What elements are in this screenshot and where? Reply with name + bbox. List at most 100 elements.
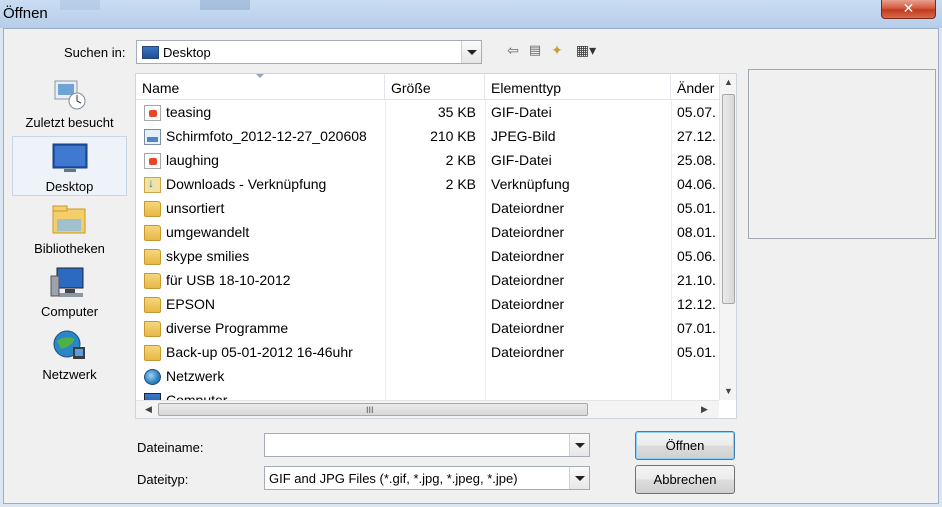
list-item[interactable]: Back-up 05-01-2012 16-46uhr Dateiordner 05… [136, 341, 719, 365]
list-item[interactable]: Schirmfoto_2012-12-27_020608 210 KB JPEG-B… [136, 125, 719, 149]
file-name: laughing [166, 152, 219, 168]
preview-pane [748, 69, 936, 239]
file-size: 35 KB [437, 104, 476, 120]
recent-places-icon [49, 77, 89, 111]
column-date[interactable]: Änder [671, 74, 719, 100]
file-list[interactable]: Name Größe Elementtyp Änder teasing 35 KB… [135, 73, 737, 419]
place-network[interactable]: Netzwerk [12, 325, 127, 385]
file-date: 07.01. [677, 320, 716, 336]
file-type: Dateiordner [491, 224, 565, 240]
desktop-icon [50, 141, 90, 175]
file-date: 04.06. [677, 176, 716, 192]
file-date: 27.12. [677, 128, 716, 144]
gif-icon [144, 105, 161, 121]
scroll-down-arrow[interactable]: ▼ [720, 383, 736, 400]
file-size: 2 KB [445, 176, 476, 192]
file-date: 05.07. [677, 104, 716, 120]
place-label: Bibliotheken [34, 241, 105, 256]
folder-icon [144, 321, 161, 337]
desktop-icon [142, 46, 159, 59]
chevron-down-icon[interactable] [569, 434, 589, 456]
window-title: Öffnen [3, 5, 48, 22]
chevron-down-icon[interactable] [569, 467, 589, 489]
scroll-right-arrow[interactable]: ▶ [696, 401, 713, 418]
place-label: Computer [40, 304, 99, 319]
look-in-combo[interactable]: Desktop [136, 40, 482, 64]
scroll-up-arrow[interactable]: ▲ [720, 74, 736, 91]
network-icon [144, 369, 161, 385]
file-type: Dateiordner [491, 344, 565, 360]
background-ghost [60, 0, 100, 10]
network-icon [49, 329, 89, 363]
file-type: JPEG-Bild [491, 128, 556, 144]
chevron-down-icon[interactable] [461, 41, 481, 63]
filetype-value: GIF and JPG Files (*.gif, *.jpg, *.jpeg,… [269, 471, 518, 486]
folder-icon [144, 249, 161, 265]
list-item[interactable]: diverse Programme Dateiordner 07.01. [136, 317, 719, 341]
new-folder-icon[interactable]: ✦ [548, 41, 566, 59]
list-item[interactable]: skype smilies Dateiordner 05.06. [136, 245, 719, 269]
libraries-icon [49, 203, 89, 237]
gif-icon [144, 153, 161, 169]
file-size: 2 KB [445, 152, 476, 168]
file-name: umgewandelt [166, 224, 250, 240]
horizontal-scrollbar[interactable]: ◀ III ▶ [136, 400, 719, 418]
folder-icon [144, 201, 161, 217]
list-item[interactable]: Downloads - Verknüpfung 2 KB Verknüpfung 04… [136, 173, 719, 197]
folder-icon [144, 345, 161, 361]
scroll-left-arrow[interactable]: ◀ [140, 401, 157, 418]
file-name: unsortiert [166, 200, 225, 216]
vertical-scrollbar[interactable]: ▲ ▼ [719, 74, 736, 400]
filename-combo[interactable] [264, 433, 590, 457]
column-name[interactable]: Name [136, 74, 385, 100]
cancel-button[interactable]: Abbrechen [635, 465, 735, 494]
look-in-value: Desktop [163, 45, 211, 60]
jpg-icon [144, 129, 161, 145]
file-type: Dateiordner [491, 272, 565, 288]
list-item[interactable]: Netzwerk [136, 365, 719, 389]
file-date: 08.01. [677, 224, 716, 240]
list-item[interactable]: laughing 2 KB GIF-Datei 25.08. [136, 149, 719, 173]
horizontal-scroll-thumb[interactable]: III [158, 403, 588, 416]
filetype-label: Dateityp: [137, 472, 189, 487]
column-size[interactable]: Größe [385, 74, 485, 100]
list-item[interactable]: unsortiert Dateiordner 05.01. [136, 197, 719, 221]
file-type: Dateiordner [491, 200, 565, 216]
file-type: GIF-Datei [491, 152, 552, 168]
file-name: Downloads - Verknüpfung [166, 176, 327, 192]
list-item[interactable]: für USB 18-10-2012 Dateiordner 21.10. [136, 269, 719, 293]
place-recent[interactable]: Zuletzt besucht [12, 73, 127, 133]
view-menu-icon[interactable]: ▦▾ [572, 41, 600, 59]
close-button[interactable]: ✕ [881, 0, 936, 19]
list-item[interactable]: umgewandelt Dateiordner 08.01. [136, 221, 719, 245]
file-size: 210 KB [430, 128, 476, 144]
place-label: Zuletzt besucht [25, 115, 114, 130]
place-computer[interactable]: Computer [12, 262, 127, 322]
open-dialog: Suchen in: Desktop ⇦ ▤ ✦ ▦▾ Zuletzt besu… [3, 28, 939, 504]
file-date: 05.01. [677, 344, 716, 360]
list-item[interactable]: teasing 35 KB GIF-Datei 05.07. [136, 101, 719, 125]
place-desktop[interactable]: Desktop [12, 136, 127, 196]
look-in-label: Suchen in: [64, 45, 126, 60]
file-name: Schirmfoto_2012-12-27_020608 [166, 128, 367, 144]
place-libraries[interactable]: Bibliotheken [12, 199, 127, 259]
filetype-combo[interactable]: GIF and JPG Files (*.gif, *.jpg, *.jpeg,… [264, 466, 590, 490]
filename-label: Dateiname: [137, 440, 204, 455]
file-type: Dateiordner [491, 296, 565, 312]
file-type: Dateiordner [491, 320, 565, 336]
back-icon[interactable]: ⇦ [504, 41, 522, 59]
vertical-scroll-thumb[interactable] [722, 94, 735, 304]
file-name: Back-up 05-01-2012 16-46uhr [166, 344, 353, 360]
title-bar[interactable]: Öffnen ✕ [0, 0, 942, 28]
computer-icon [49, 266, 89, 300]
file-date: 05.06. [677, 248, 716, 264]
open-button[interactable]: Öffnen [635, 431, 735, 460]
list-header: Name Größe Elementtyp Änder [136, 74, 719, 100]
file-name: skype smilies [166, 248, 250, 264]
file-name: EPSON [166, 296, 216, 312]
up-folder-icon[interactable]: ▤ [526, 41, 544, 59]
column-type[interactable]: Elementtyp [485, 74, 671, 100]
shortcut-icon [144, 176, 161, 193]
file-name: für USB 18-10-2012 [166, 272, 291, 288]
list-item[interactable]: EPSON Dateiordner 12.12. [136, 293, 719, 317]
